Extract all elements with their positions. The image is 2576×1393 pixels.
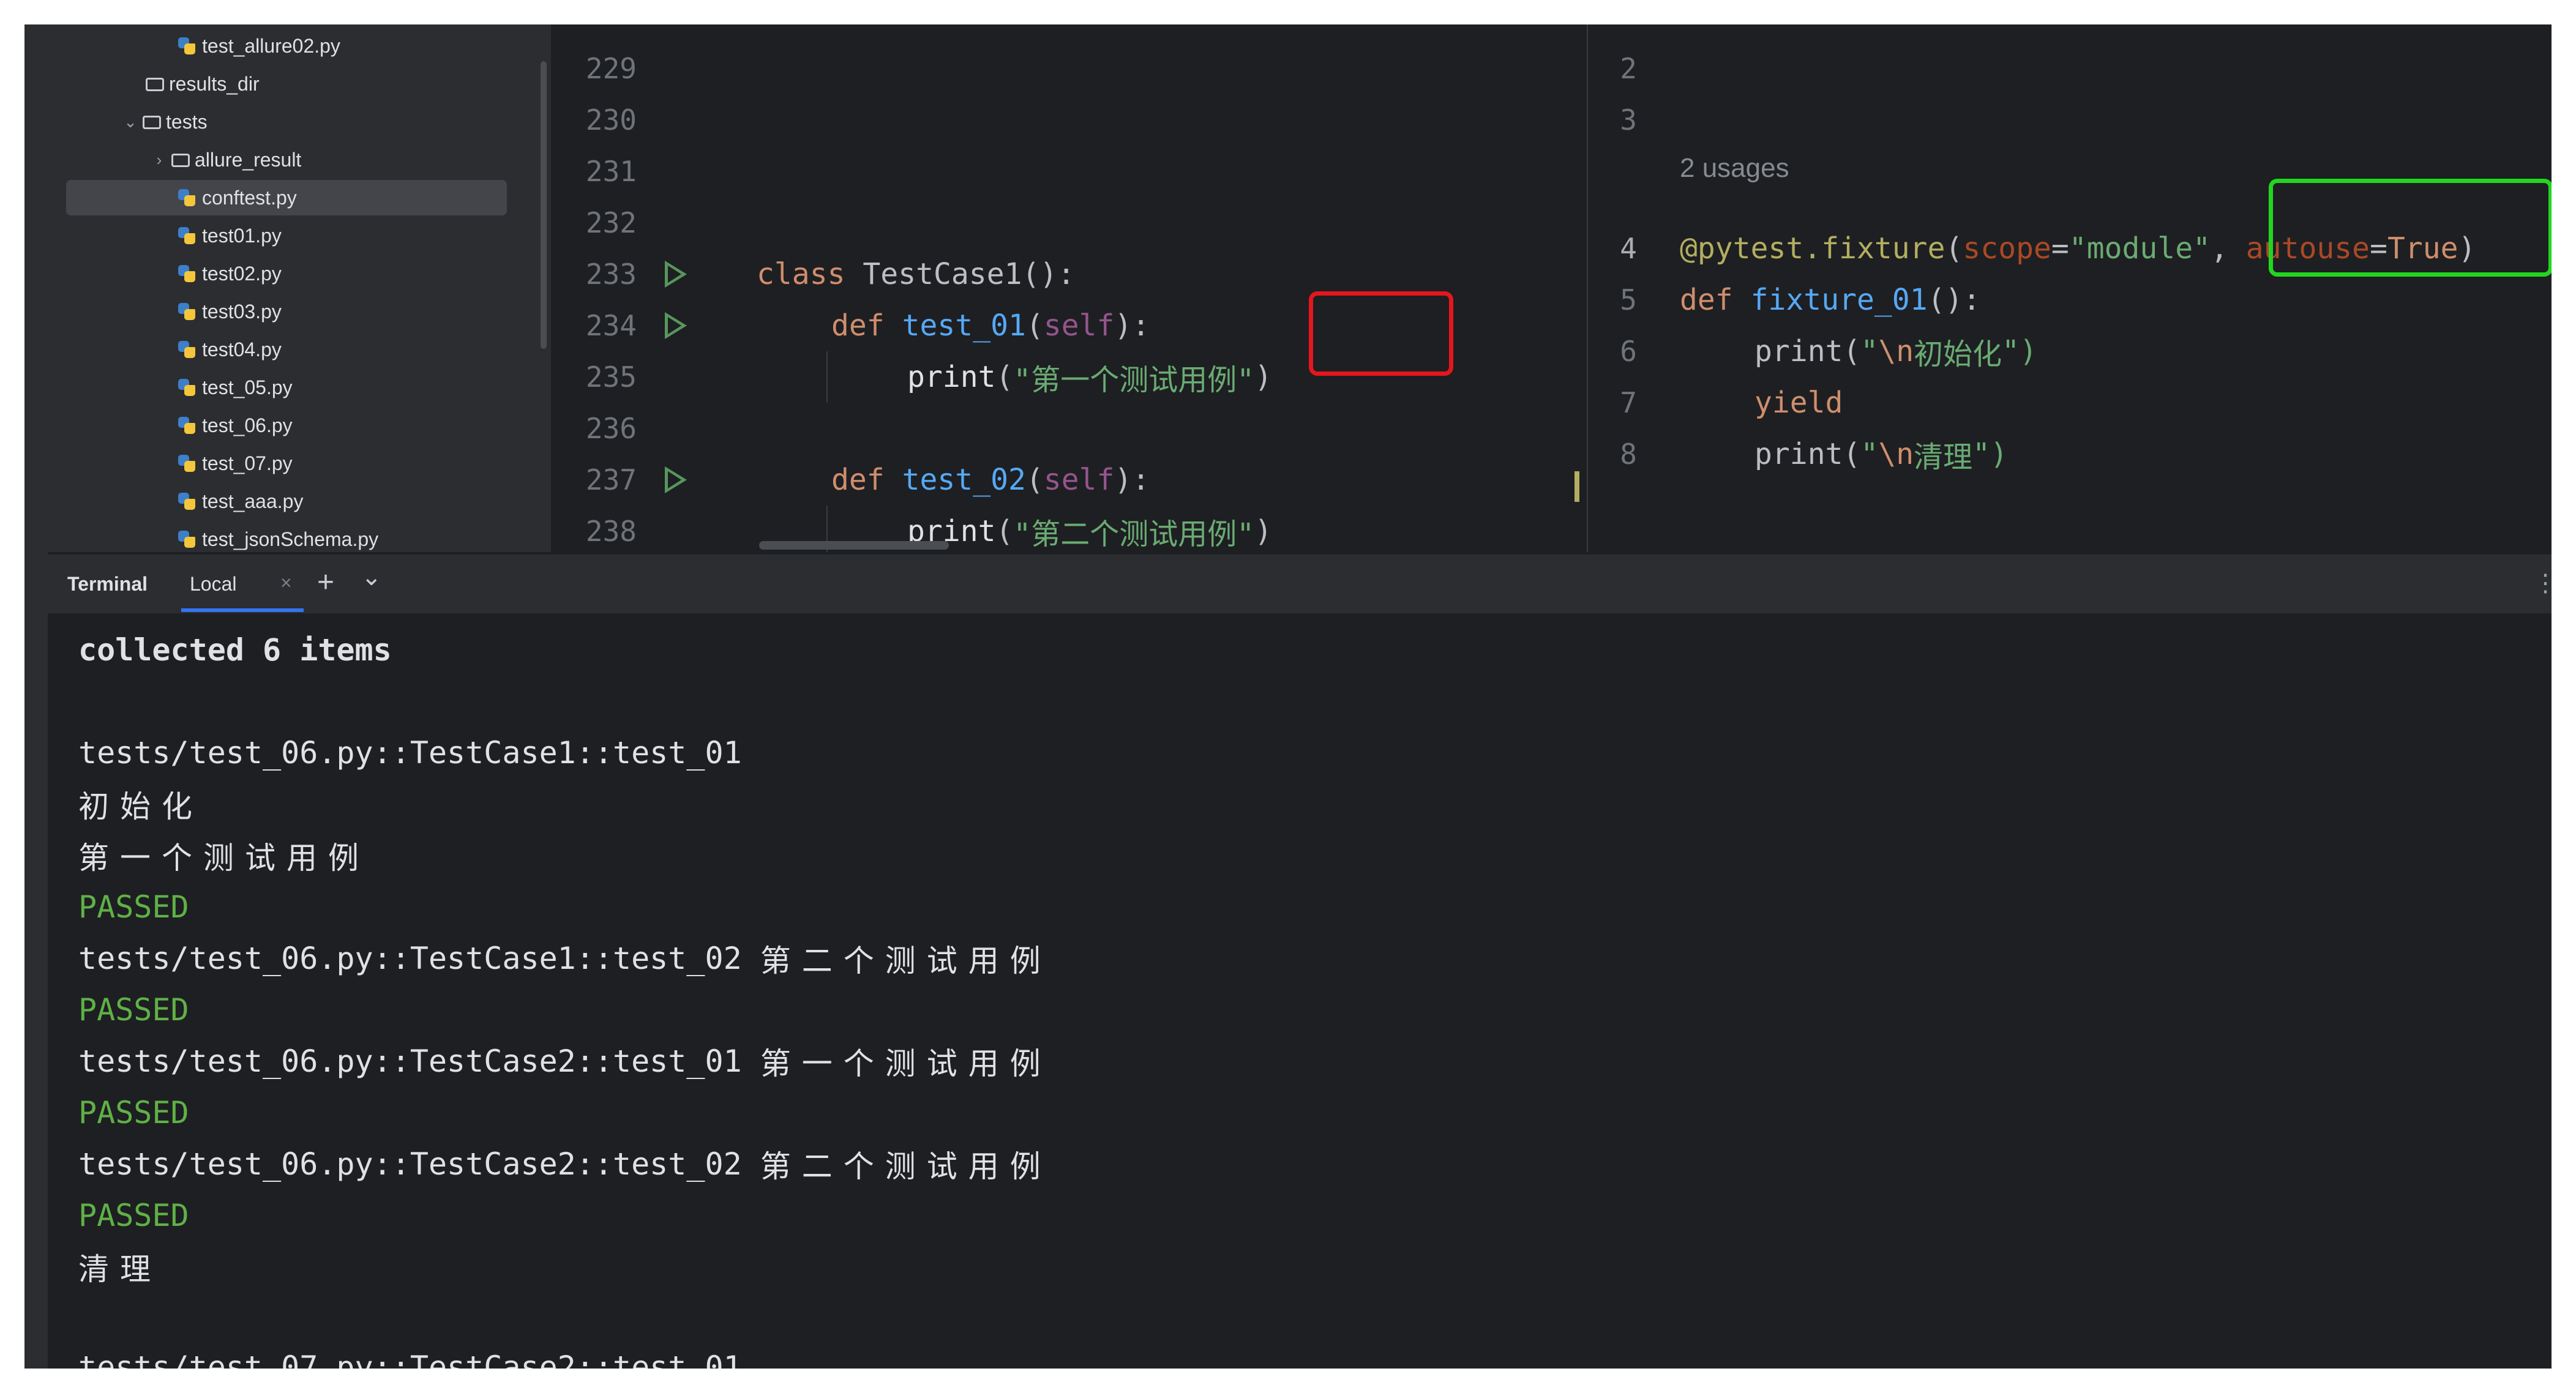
tree-item-conftest[interactable]: conftest.py (66, 180, 507, 215)
chevron-down-icon[interactable]: ⌄ (118, 113, 143, 132)
tree-item-results-dir[interactable]: results_dir (146, 66, 551, 102)
gutter-line-229: 229 (585, 52, 637, 85)
ide-window: test_allure02.py results_dir ⌄ tests › all… (24, 24, 2552, 1369)
python-file-icon (176, 35, 197, 56)
terminal-line: 清理 (78, 1252, 162, 1287)
gutter-line-235: 235 (585, 360, 637, 394)
tree-item-test-aaa[interactable]: test_aaa.py (176, 484, 551, 519)
python-file-icon (176, 453, 197, 474)
gutter-line-3: 3 (1620, 103, 1637, 136)
annotation-green-box (2269, 179, 2552, 277)
tree-scrollbar[interactable] (541, 61, 547, 349)
tree-item-tests[interactable]: ⌄ tests (118, 104, 551, 140)
gutter-line-231: 231 (585, 155, 637, 188)
python-file-icon (176, 529, 197, 550)
left-tool-strip (24, 24, 48, 1369)
python-file-icon (176, 263, 197, 284)
code-def-fixture: def fixture_01 (): (1680, 283, 1981, 317)
gutter-line-237: 237 (585, 463, 637, 496)
folder-icon (146, 78, 164, 91)
code-yield: yield (1754, 386, 1843, 420)
gutter-line-5: 5 (1620, 283, 1637, 316)
gutter-line-4: 4 (1620, 232, 1637, 265)
terminal-line: 第一个测试用例 (78, 840, 370, 876)
run-class-icon[interactable] (665, 261, 687, 288)
tab-local[interactable]: Local (190, 573, 237, 596)
gutter-line-6: 6 (1620, 335, 1637, 368)
code-class-line: class TestCase1 (): (757, 257, 1076, 291)
python-file-icon (176, 377, 197, 398)
editor-test-06[interactable]: 229 230 231 232 233 234 235 236 237 238 … (551, 24, 1587, 552)
tree-item-test02[interactable]: test02.py (176, 256, 551, 291)
gutter-line-8: 8 (1620, 438, 1637, 471)
terminal-passed: PASSED (78, 992, 189, 1028)
more-options-icon[interactable]: ⋮ (2533, 569, 2552, 597)
chevron-down-icon[interactable]: ⌄ (361, 563, 382, 591)
terminal-line: tests/test_06.py::TestCase2::test_01 第一个… (78, 1044, 1052, 1081)
tree-item-test-allure02[interactable]: test_allure02.py (176, 28, 551, 64)
tree-item-test04[interactable]: test04.py (176, 332, 551, 367)
chevron-right-icon[interactable]: › (147, 151, 171, 170)
active-tab-underline (181, 608, 304, 612)
code-def-test-02: def test_02(self): (831, 463, 1150, 497)
terminal-output[interactable]: collected 6 items tests/test_06.py::Test… (48, 613, 2552, 1369)
tree-item-test-jsonschema[interactable]: test_jsonSchema.py (176, 521, 551, 552)
gutter-line-230: 230 (585, 103, 637, 136)
tree-item-allure-result[interactable]: › allure_result (147, 142, 551, 177)
python-file-icon (176, 339, 197, 360)
terminal-line: tests/test_06.py::TestCase2::test_02 第二个… (78, 1146, 1052, 1184)
terminal-line: tests/test_06.py::TestCase1::test_02 第二个… (78, 941, 1052, 979)
terminal-line: collected 6 items (78, 632, 392, 668)
code-print-init: print(" \n 初始化 ") (1754, 334, 2037, 372)
tree-item-test01[interactable]: test01.py (176, 218, 551, 253)
code-print-case1: print("第一个测试用例") (907, 360, 1273, 397)
terminal-passed: PASSED (78, 1198, 189, 1233)
python-file-icon (176, 187, 197, 208)
python-file-icon (176, 491, 197, 512)
tree-item-test-07[interactable]: test_07.py (176, 446, 551, 481)
run-test-02-icon[interactable] (665, 466, 687, 493)
annotation-red-box (1309, 291, 1453, 376)
usages-hint[interactable]: 2 usages (1680, 153, 1789, 184)
tree-item-test03[interactable]: test03.py (176, 294, 551, 329)
terminal-line: tests/test_06.py::TestCase1::test_01 (78, 735, 742, 771)
add-tab-icon[interactable]: + (317, 566, 334, 599)
tree-item-test-06[interactable]: test_06.py (176, 408, 551, 443)
gutter-line-2: 2 (1620, 52, 1637, 85)
gutter-line-238: 238 (585, 515, 637, 548)
error-stripe-marker[interactable] (1574, 471, 1579, 502)
code-print-cleanup: print(" \n 清理 ") (1754, 437, 2008, 474)
python-file-icon (176, 415, 197, 436)
code-def-test-01: def test_01(self): (831, 308, 1150, 343)
folder-icon (171, 154, 190, 167)
editor-h-scrollbar[interactable] (759, 541, 949, 550)
terminal-line: 初始化 (78, 789, 203, 824)
indent-guide (826, 351, 828, 403)
close-icon[interactable]: × (280, 572, 292, 594)
run-test-01-icon[interactable] (665, 312, 687, 339)
gutter-line-233: 233 (585, 258, 637, 291)
python-file-icon (176, 301, 197, 322)
code-print-case2: print("第二个测试用例") (907, 514, 1273, 551)
gutter-line-7: 7 (1620, 386, 1637, 419)
python-file-icon (176, 225, 197, 246)
terminal-title[interactable]: Terminal (67, 573, 148, 596)
editor-conftest[interactable]: 2 3 4 5 6 7 8 2 usages @pytest.fixture(s… (1588, 24, 2552, 552)
terminal-tabbar: Terminal Local × + ⌄ ⋮ (48, 555, 2552, 613)
folder-icon (143, 116, 161, 129)
terminal-passed: PASSED (78, 889, 189, 925)
terminal-line: tests/test_07.py::TestCase2::test_01 (78, 1350, 742, 1369)
gutter-line-232: 232 (585, 206, 637, 239)
gutter-line-236: 236 (585, 412, 637, 445)
terminal-passed: PASSED (78, 1095, 189, 1130)
gutter-line-234: 234 (585, 309, 637, 342)
project-tree: test_allure02.py results_dir ⌄ tests › all… (48, 24, 551, 552)
tree-item-test-05[interactable]: test_05.py (176, 370, 551, 405)
